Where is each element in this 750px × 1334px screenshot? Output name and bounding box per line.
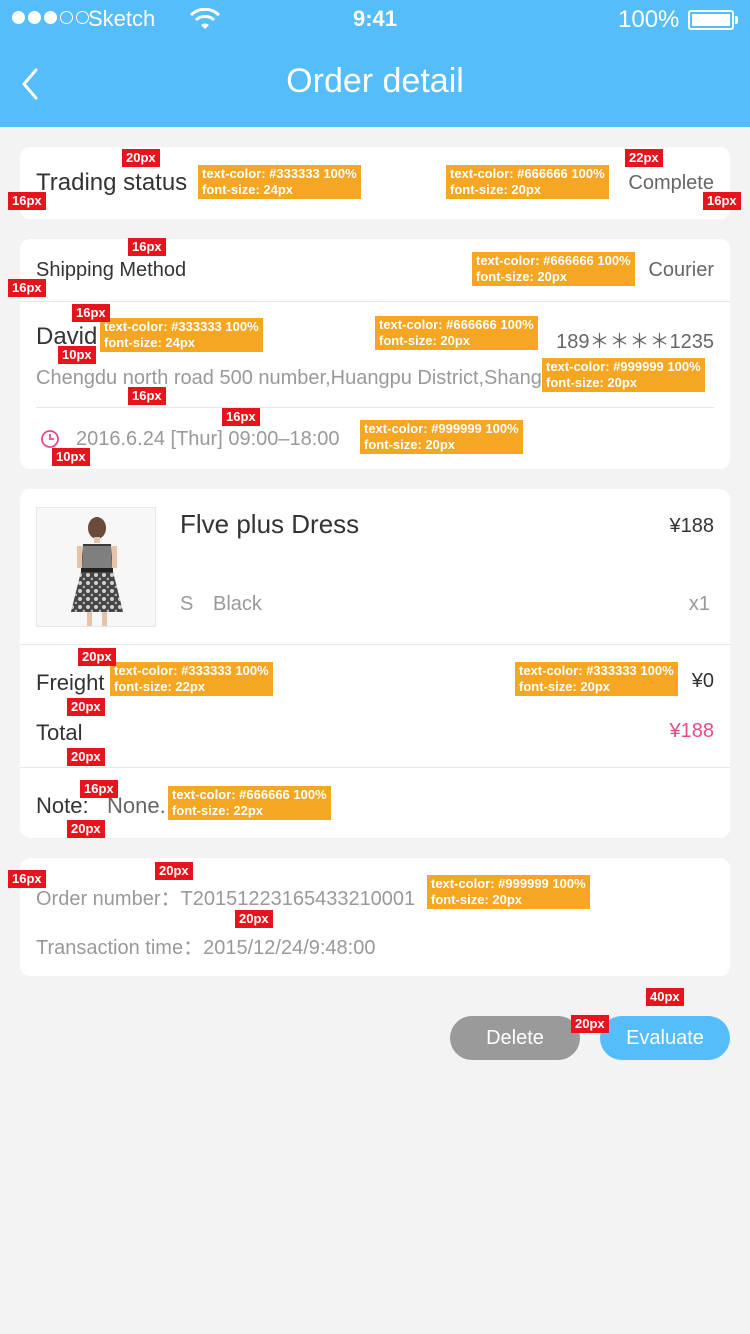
- spec-annotation: text-color: #333333 100% font-size: 24px: [198, 165, 361, 199]
- navigation-header: Sketch 9:41 100% Order detail: [0, 0, 750, 127]
- delete-button[interactable]: Delete: [450, 1016, 580, 1060]
- spec-annotation: text-color: #333333 100% font-size: 22px: [110, 662, 273, 696]
- spec-annotation: text-color: #999999 100% font-size: 20px: [360, 420, 523, 454]
- spec-annotation: text-color: #333333 100% font-size: 24px: [100, 318, 263, 352]
- spec-annotation: text-color: #999999 100% font-size: 20px: [542, 358, 705, 392]
- transaction-time-label: Transaction time：: [36, 937, 204, 959]
- product-price: ¥188: [669, 515, 715, 537]
- recipient-phone: 189＊＊＊＊1235: [556, 331, 714, 353]
- transaction-time-row: Transaction time：2015/12/24/9:48:00: [36, 931, 375, 960]
- spec-annotation: text-color: #666666 100% font-size: 20px: [472, 252, 635, 286]
- spacing-marker: 20px: [235, 910, 273, 928]
- spec-annotation: text-color: #333333 100% font-size: 20px: [515, 662, 678, 696]
- order-number-label: Order number：: [36, 888, 181, 910]
- spacing-marker: 20px: [78, 648, 116, 666]
- divider: [20, 301, 730, 302]
- status-bar: Sketch 9:41 100%: [0, 0, 750, 40]
- spacing-marker: 16px: [8, 870, 46, 888]
- delivery-time: 2016.6.24 [Thur] 09:00–18:00: [76, 428, 340, 450]
- battery-icon: [688, 10, 738, 30]
- trading-status-value: Complete: [628, 172, 714, 194]
- divider: [20, 767, 730, 768]
- product-quantity: x1: [688, 593, 710, 615]
- product-thumbnail[interactable]: [36, 507, 156, 627]
- trading-status-label: Trading status: [36, 169, 188, 196]
- order-number-value: T20151223165433210001: [180, 888, 416, 910]
- dress-photo-icon: [37, 508, 155, 626]
- spacing-marker: 40px: [646, 988, 684, 1006]
- spacing-marker: 20px: [122, 149, 160, 167]
- shipping-method-label: Shipping Method: [36, 259, 187, 281]
- evaluate-button[interactable]: Evaluate: [600, 1016, 730, 1060]
- spacing-marker: 20px: [67, 698, 105, 716]
- spacing-marker: 16px: [703, 192, 741, 210]
- total-label: Total: [36, 720, 83, 745]
- spacing-marker: 20px: [155, 862, 193, 880]
- order-number-row: Order number：T20151223165433210001: [36, 882, 415, 911]
- product-color: Black: [213, 593, 262, 615]
- shipping-method-value: Courier: [648, 259, 714, 281]
- order-info-card: Order number：T20151223165433210001 Trans…: [20, 858, 730, 976]
- spacing-marker: 16px: [72, 304, 110, 322]
- spacing-marker: 20px: [571, 1015, 609, 1033]
- spec-annotation: text-color: #666666 100% font-size: 20px: [446, 165, 609, 199]
- spacing-marker: 16px: [8, 279, 46, 297]
- total-value: ¥188: [669, 720, 715, 742]
- spacing-marker: 16px: [128, 387, 166, 405]
- spec-annotation: text-color: #666666 100% font-size: 22px: [168, 786, 331, 820]
- freight-value: ¥0: [691, 670, 714, 692]
- spacing-marker: 16px: [80, 780, 118, 798]
- spec-annotation: text-color: #999999 100% font-size: 20px: [427, 875, 590, 909]
- spacing-marker: 20px: [67, 820, 105, 838]
- divider: [20, 644, 730, 645]
- spacing-marker: 16px: [222, 408, 260, 426]
- spacing-marker: 16px: [128, 238, 166, 256]
- page-title: Order detail: [286, 62, 464, 100]
- spacing-marker: 16px: [8, 192, 46, 210]
- product-name: Flve plus Dress: [180, 509, 360, 539]
- battery-percentage: 100%: [618, 6, 680, 33]
- product-size: S: [180, 593, 194, 615]
- transaction-time-value: 2015/12/24/9:48:00: [203, 937, 376, 959]
- divider: [36, 407, 714, 408]
- spec-annotation: text-color: #666666 100% font-size: 20px: [375, 316, 538, 350]
- spacing-marker: 10px: [52, 448, 90, 466]
- spacing-marker: 22px: [625, 149, 663, 167]
- spacing-marker: 10px: [58, 346, 96, 364]
- spacing-marker: 20px: [67, 748, 105, 766]
- clock-icon: [41, 430, 59, 448]
- freight-label: Freight: [36, 670, 105, 695]
